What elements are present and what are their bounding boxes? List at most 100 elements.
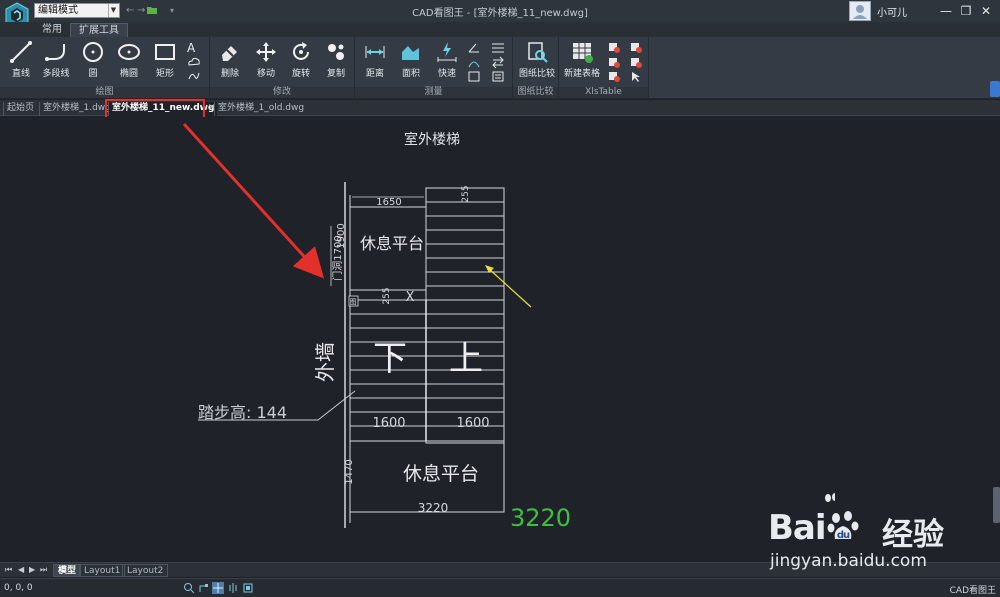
table-pointer-icon[interactable] [629,70,643,83]
polyline-button[interactable]: 多段线 [38,40,74,79]
line-button[interactable]: 直线 [3,40,39,79]
table-export-icon[interactable] [607,41,621,54]
dim-1470: 1470 [344,459,355,484]
new-table-label: 新建表格 [563,69,600,79]
watermark-url: jingyan.baidu.com [770,551,927,571]
angle-measure-icon[interactable] [467,41,481,54]
ortho-icon[interactable] [227,582,239,594]
down-label: 下 [373,339,407,379]
rectangle-button[interactable]: 矩形 [147,40,183,79]
dim-1600-left: 1600 [372,416,405,431]
ribbon-group-modify-label: 修改 [210,87,354,98]
tab-extend-tools[interactable]: 扩展工具 [70,23,128,37]
layout-tab-layout1[interactable]: Layout1 [79,564,126,577]
open-folder-icon[interactable] [146,5,158,19]
list-icon[interactable] [491,70,505,83]
layout-tab-model[interactable]: 模型 [53,564,82,577]
mode-select-value: 编辑模式 [38,5,78,16]
arc-measure-icon[interactable] [467,56,481,69]
copy-label: 复制 [326,69,345,79]
compare-drawings-button[interactable]: 图纸比较 [517,40,557,79]
circle-label: 圆 [88,69,98,79]
undo-icon[interactable]: ← [126,4,134,18]
zoom-icon[interactable] [183,582,195,594]
erase-label: 删除 [220,69,239,79]
rotate-label: 旋转 [291,69,310,79]
circle-icon [83,42,103,62]
dim-255-top: 255 [461,185,471,202]
move-button[interactable]: 移动 [248,40,284,79]
table-link-icon[interactable] [607,70,621,83]
line-label: 直线 [11,69,30,79]
layout-tab-layout2[interactable]: Layout2 [122,564,169,577]
quick-measure-button[interactable]: 快速 [429,40,465,79]
cloud-icon[interactable] [187,55,201,68]
sketch-icon[interactable] [187,69,201,82]
crosshair-icon[interactable] [212,582,224,594]
svg-text:du: du [836,530,849,541]
circle-button[interactable]: 圆 [75,40,111,79]
baidu-paw-logo-icon: du [827,511,859,541]
rotate-icon [293,42,309,60]
cursor-coordinates: 0, 0, 0 [4,583,33,593]
dim-255-mid: 255 [382,287,392,304]
table-import-icon[interactable] [607,56,621,69]
drawing-canvas[interactable]: 室外楼梯 1650 休息平台 1900 门洞1700 255 255 X 图 下… [0,117,1000,562]
text-icon[interactable]: A [187,41,201,55]
canvas-scroll-handle[interactable] [993,487,1000,523]
next-layout-icon[interactable]: ▶ [29,565,35,574]
doc-tab-file-1-old[interactable]: 室外楼梯_1_old.dwg [214,102,307,116]
minimize-button[interactable]: — [935,2,957,20]
ellipse-button[interactable]: 椭圆 [111,40,147,79]
area-icon [402,46,419,60]
drawing-svg: 室外楼梯 1650 休息平台 1900 门洞1700 255 255 X 图 下… [182,122,571,532]
copy-button[interactable]: 复制 [318,40,354,79]
mark-x: X [406,290,415,305]
move-label: 移动 [256,69,275,79]
user-avatar-icon[interactable] [849,1,871,21]
restore-button[interactable]: ❐ [955,2,977,20]
distance-button[interactable]: 距离 [357,40,393,79]
polyline-icon [45,44,65,61]
area-button[interactable]: 面积 [393,40,429,79]
table-view-icon[interactable] [629,56,643,69]
doc-tab-start[interactable]: 起始页 [3,102,37,116]
prev-layout-icon[interactable]: ◀ [18,565,24,574]
watermark-baidu: Bai du [768,508,860,548]
mark-box: 图 [350,298,357,306]
fullscreen-icon[interactable] [242,582,254,594]
doc-tab-file-1[interactable]: 室外楼梯_1.dwg [39,102,114,116]
quick-measure-label: 快速 [437,69,456,79]
grid-icon[interactable] [491,41,505,54]
ellipse-label: 椭圆 [119,69,138,79]
ribbon-group-compare-label: 图纸比较 [513,87,558,98]
first-layout-icon[interactable]: ⏮ [5,565,12,575]
tab-common[interactable]: 常用 [34,23,70,37]
ribbon-group-draw: 直线 多段线 圆 椭圆 矩形 A 绘图 [0,37,210,99]
active-tab-highlight [105,99,205,119]
rectangle-label: 矩形 [155,69,174,79]
compare-icon [528,42,548,63]
dim-1600-right: 1600 [456,416,489,431]
user-name[interactable]: 小可儿 [877,4,907,19]
last-layout-icon[interactable]: ⏭ [40,565,47,575]
new-table-button[interactable]: 新建表格 [562,40,602,79]
erase-button[interactable]: 删除 [212,40,248,79]
ribbon-side-handle[interactable] [990,81,1000,97]
outer-wall-label: 外墙 [313,342,337,382]
chevron-down-icon: ▼ [108,4,118,17]
ellipse-icon [118,44,140,60]
table-icon [573,43,593,63]
swap-icon[interactable] [491,56,505,69]
mode-select[interactable]: 编辑模式 ▼ [34,3,120,18]
table-edit-icon[interactable] [629,41,643,54]
rotate-button[interactable]: 旋转 [283,40,319,79]
redo-icon[interactable]: → [137,4,145,18]
right-flight-treads [426,201,504,427]
dim-1650: 1650 [376,197,401,208]
coordinate-icon[interactable] [467,70,481,83]
close-button[interactable]: ✕ [975,2,997,20]
status-bar: 0, 0, 0 CAD看图王 [0,578,1000,597]
snap-icon[interactable] [198,582,210,594]
quick-access-more-icon[interactable]: ▾ [170,4,174,18]
